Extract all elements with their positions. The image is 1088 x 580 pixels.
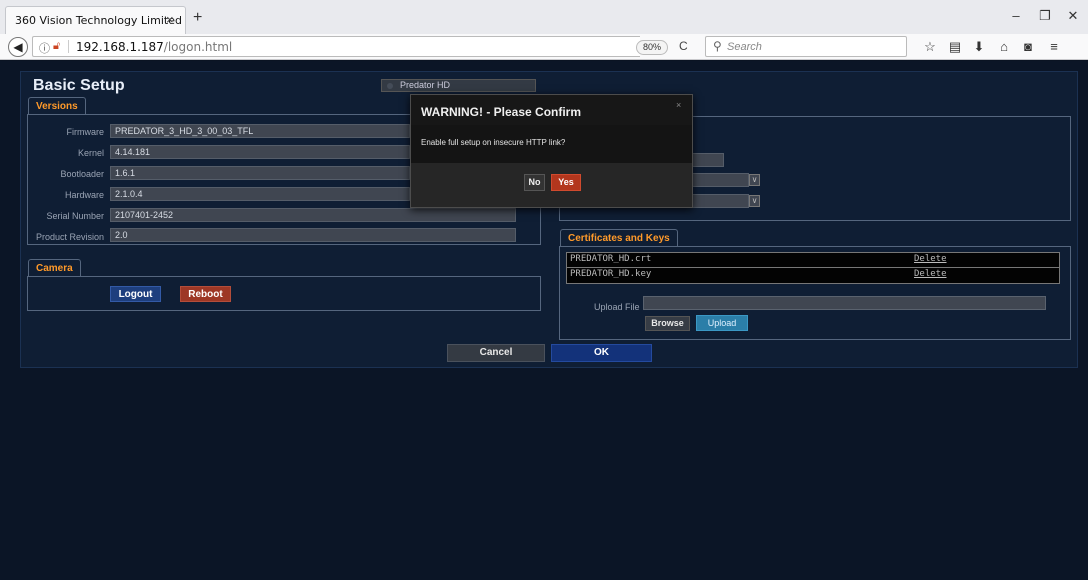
search-input[interactable]: ⚲ Search — [705, 36, 907, 57]
delete-link[interactable]: Delete — [914, 269, 947, 279]
home-icon[interactable]: ⌂ — [996, 39, 1012, 54]
url-path: /logon.html — [163, 40, 233, 54]
kernel-label: Kernel — [77, 148, 104, 158]
delete-link[interactable]: Delete — [914, 254, 947, 264]
url-separator — [68, 40, 69, 53]
firmware-value: PREDATOR_3_HD_3_00_03_TFL — [110, 124, 410, 138]
bootloader-value: 1.6.1 — [110, 166, 410, 180]
zoom-level[interactable]: 80% — [636, 40, 668, 55]
tab-close-icon[interactable]: × — [166, 12, 174, 27]
product-revision-label: Product Revision — [35, 232, 104, 242]
dialog-message: Enable full setup on insecure HTTP link? — [421, 138, 566, 147]
dialog-title: WARNING! - Please Confirm — [421, 105, 582, 119]
downloads-icon[interactable]: ⬇ — [971, 39, 987, 55]
upload-file-input[interactable] — [643, 296, 1046, 310]
setting-field-1[interactable] — [688, 153, 724, 167]
kernel-value: 4.14.181 — [110, 145, 410, 159]
maximize-icon[interactable]: ❐ — [1035, 8, 1055, 24]
serial-number-value: 2107401-2452 — [110, 208, 516, 222]
hardware-value: 2.1.0.4 — [110, 187, 410, 201]
insecure-lock-icon[interactable]: 🔓︎ — [53, 40, 60, 53]
serial-number-label: Serial Number — [46, 211, 104, 221]
url-text[interactable]: 192.168.1.187/logon.html — [76, 40, 232, 54]
product-revision-value: 2.0 — [110, 228, 516, 242]
hardware-label: Hardware — [64, 190, 104, 200]
bootloader-label: Bootloader — [60, 169, 104, 179]
firmware-label: Firmware — [66, 127, 105, 137]
page-title: Basic Setup — [33, 77, 125, 94]
bookmark-star-icon[interactable]: ☆ — [922, 39, 938, 55]
url-bar[interactable]: ⓘ 🔓︎ 192.168.1.187/logon.html — [32, 36, 640, 57]
cert-file-name: PREDATOR_HD.crt — [570, 254, 652, 264]
pocket-icon[interactable]: ◙ — [1020, 39, 1036, 54]
logout-button[interactable]: Logout — [110, 286, 161, 302]
url-host: 192.168.1.187 — [76, 40, 164, 54]
table-row: PREDATOR_HD.key Delete — [567, 268, 1059, 283]
confirm-dialog: WARNING! - Please Confirm × Enable full … — [410, 94, 693, 208]
info-icon[interactable]: ⓘ — [39, 40, 50, 56]
upload-file-label: Upload File — [594, 302, 640, 312]
no-button[interactable]: No — [524, 174, 545, 191]
device-name: Predator HD — [400, 80, 451, 90]
search-placeholder: Search — [727, 41, 762, 53]
close-window-icon[interactable]: ✕ — [1063, 8, 1083, 24]
reading-list-icon[interactable]: ▤ — [947, 39, 963, 55]
browser-tab[interactable]: 360 Vision Technology Limited × — [5, 6, 186, 34]
browser-nav-bar: ◀ ⓘ 🔓︎ 192.168.1.187/logon.html 80% C ⚲ … — [0, 34, 1088, 60]
tab-title: 360 Vision Technology Limited — [15, 14, 182, 27]
back-icon[interactable]: ◀ — [8, 37, 28, 57]
tab-camera[interactable]: Camera — [28, 259, 81, 276]
reboot-button[interactable]: Reboot — [180, 286, 231, 302]
device-status-icon — [387, 83, 393, 89]
browse-button[interactable]: Browse — [645, 316, 690, 331]
table-row: PREDATOR_HD.crt Delete — [567, 253, 1059, 268]
camera-box — [27, 276, 541, 311]
minimize-icon[interactable]: – — [1006, 8, 1026, 23]
device-name-field: Predator HD — [381, 79, 536, 92]
cancel-button[interactable]: Cancel — [447, 344, 545, 362]
yes-button[interactable]: Yes — [551, 174, 581, 191]
dialog-footer: No Yes — [411, 163, 692, 207]
certificates-table: PREDATOR_HD.crt Delete PREDATOR_HD.key D… — [566, 252, 1060, 284]
reload-icon[interactable]: C — [679, 39, 688, 53]
search-icon: ⚲ — [713, 39, 722, 53]
upload-button[interactable]: Upload — [696, 315, 748, 331]
dialog-body: Enable full setup on insecure HTTP link? — [411, 125, 692, 163]
cert-file-name: PREDATOR_HD.key — [570, 269, 652, 279]
dialog-header: WARNING! - Please Confirm × — [411, 95, 692, 125]
new-tab-button[interactable]: + — [193, 9, 202, 27]
chevron-down-icon[interactable]: ∨ — [749, 195, 760, 207]
tab-certificates[interactable]: Certificates and Keys — [560, 229, 678, 246]
menu-icon[interactable]: ≡ — [1046, 39, 1062, 54]
close-icon[interactable]: × — [676, 100, 681, 110]
ok-button[interactable]: OK — [551, 344, 652, 362]
chevron-down-icon[interactable]: ∨ — [749, 174, 760, 186]
tab-versions[interactable]: Versions — [28, 97, 86, 114]
browser-tab-bar: 360 Vision Technology Limited × + – ❐ ✕ — [0, 0, 1088, 34]
